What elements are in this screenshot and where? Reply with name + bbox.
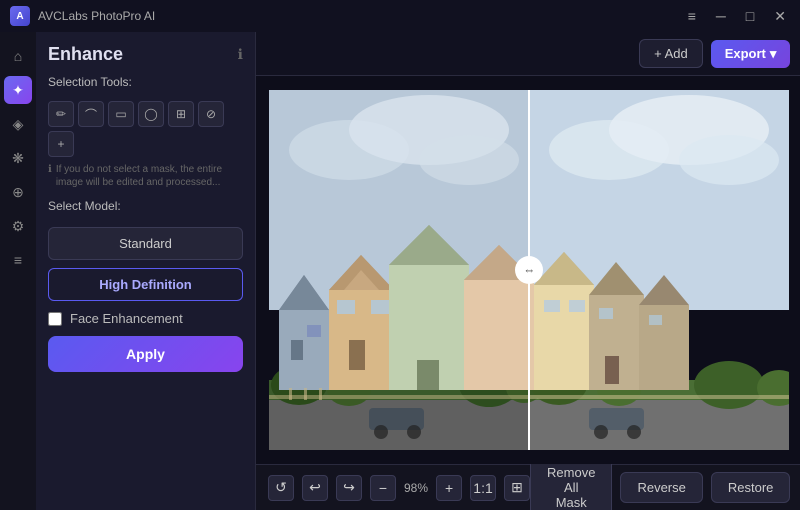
zoom-in-btn[interactable]: + [436, 475, 462, 501]
sidebar-icon-object[interactable]: ⊕ [4, 178, 32, 206]
export-arrow-icon: ▾ [770, 46, 777, 62]
app-title: AVCLabs PhotoPro AI [38, 9, 155, 23]
image-container: ⇔ [269, 90, 789, 450]
add-button[interactable]: + Add [639, 39, 703, 68]
redo-btn[interactable]: ↪ [336, 475, 362, 501]
sidebar-icon-effects[interactable]: ❋ [4, 144, 32, 172]
hd-model-btn[interactable]: High Definition [48, 268, 243, 301]
apply-button[interactable]: Apply [48, 336, 243, 372]
reverse-btn[interactable]: Reverse [620, 472, 702, 503]
tools-hint: ℹ If you do not select a mask, the entir… [48, 163, 243, 189]
close-btn[interactable]: ✕ [770, 6, 790, 27]
panel-header: Enhance ℹ [48, 44, 243, 65]
title-bar-controls: ≡ ─ □ ✕ [684, 6, 790, 27]
pen-tool[interactable]: ✏ [48, 101, 74, 127]
zoom-controls: ↺ ↩ ↪ − 98% + 1:1 ⊞ [268, 475, 530, 501]
undo-btn[interactable]: ↩ [302, 475, 328, 501]
standard-model-btn[interactable]: Standard [48, 227, 243, 260]
hint-icon: ℹ [48, 163, 52, 176]
bottom-bar: ↺ ↩ ↪ − 98% + 1:1 ⊞ Remove All Mask Reve… [256, 464, 800, 510]
maximize-btn[interactable]: □ [742, 6, 758, 26]
add-tool[interactable]: + [48, 131, 74, 157]
left-panel: Enhance ℹ Selection Tools: ✏ ⌒ ▭ ◯ ⊞ ⊘ +… [36, 32, 256, 510]
export-label: Export [725, 46, 766, 61]
rect-tool[interactable]: ▭ [108, 101, 134, 127]
title-bar-left: A AVCLabs PhotoPro AI [10, 6, 155, 26]
top-bar: + Add Export ▾ [256, 32, 800, 76]
minimize-btn[interactable]: ─ [712, 6, 730, 26]
menu-btn[interactable]: ≡ [684, 6, 700, 26]
tools-row: ✏ ⌒ ▭ ◯ ⊞ ⊘ + [48, 101, 243, 157]
sidebar-icon-enhance[interactable]: ✦ [4, 76, 32, 104]
fit-btn[interactable]: ⊞ [504, 475, 530, 501]
divider-handle[interactable]: ⇔ [515, 256, 543, 284]
selection-tools-label: Selection Tools: [48, 75, 243, 89]
content-area: + Add Export ▾ [256, 32, 800, 510]
face-enhancement-checkbox[interactable] [48, 312, 62, 326]
ellipse-tool[interactable]: ◯ [138, 101, 164, 127]
select-model-section: Select Model: Standard High Definition [48, 199, 243, 301]
export-button[interactable]: Export ▾ [711, 40, 791, 68]
divider-handle-icon: ⇔ [523, 263, 535, 277]
remove-all-mask-btn[interactable]: Remove All Mask [530, 457, 612, 510]
info-icon[interactable]: ℹ [238, 46, 243, 63]
canvas-area[interactable]: ⇔ [256, 76, 800, 464]
ratio-btn[interactable]: 1:1 [470, 475, 496, 501]
face-enhancement-label[interactable]: Face Enhancement [70, 311, 183, 326]
select-model-label: Select Model: [48, 199, 243, 213]
zoom-out-btn[interactable]: − [370, 475, 396, 501]
hint-text: If you do not select a mask, the entire … [56, 163, 243, 189]
sidebar-icon-adjust[interactable]: ⚙ [4, 212, 32, 240]
rotate-btn[interactable]: ↺ [268, 475, 294, 501]
title-bar: A AVCLabs PhotoPro AI ≡ ─ □ ✕ [0, 0, 800, 32]
selection-tools-section: Selection Tools: ✏ ⌒ ▭ ◯ ⊞ ⊘ + ℹ If you … [48, 75, 243, 189]
icon-sidebar: ⌂ ✦ ◈ ❋ ⊕ ⚙ ≡ [0, 32, 36, 510]
zoom-level: 98% [404, 481, 428, 495]
restore-btn[interactable]: Restore [711, 472, 791, 503]
face-enhancement-section: Face Enhancement [48, 311, 243, 326]
sidebar-icon-tools[interactable]: ≡ [4, 246, 32, 274]
panel-title: Enhance [48, 44, 123, 65]
main-layout: ⌂ ✦ ◈ ❋ ⊕ ⚙ ≡ Enhance ℹ Selection Tools:… [0, 32, 800, 510]
sidebar-icon-home[interactable]: ⌂ [4, 42, 32, 70]
lasso-tool[interactable]: ⌒ [78, 101, 104, 127]
magic-tool[interactable]: ⊞ [168, 101, 194, 127]
bottom-actions: Remove All Mask Reverse Restore [530, 457, 790, 510]
sidebar-icon-retouch[interactable]: ◈ [4, 110, 32, 138]
app-logo: A [10, 6, 30, 26]
brush-tool[interactable]: ⊘ [198, 101, 224, 127]
